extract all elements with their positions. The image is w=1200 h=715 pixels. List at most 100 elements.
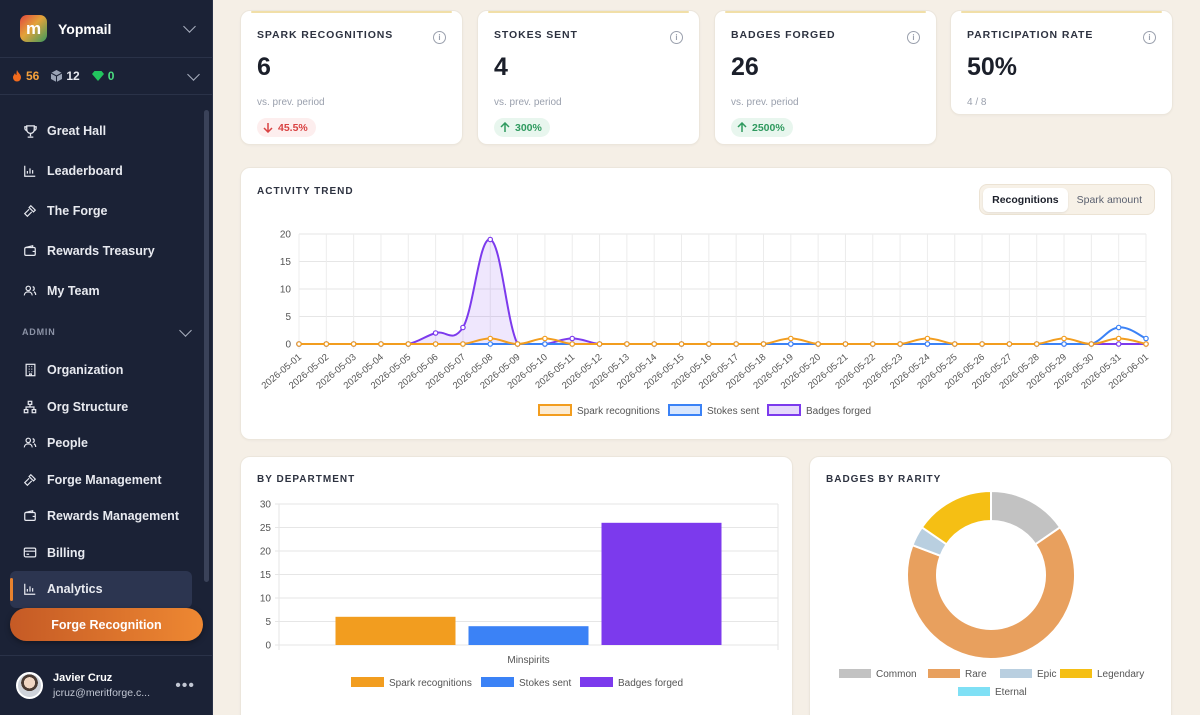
primary-nav: Great Hall Leaderboard The Forge Rewards… xyxy=(0,95,212,608)
team-icon xyxy=(22,283,38,299)
legend-swatch xyxy=(767,404,801,416)
legend-label: Rare xyxy=(965,669,987,680)
legend-swatch xyxy=(1000,669,1032,678)
data-point xyxy=(1006,341,1013,347)
nav-rewards-management[interactable]: Rewards Management xyxy=(0,498,212,535)
avatar xyxy=(16,672,43,699)
admin-section-header[interactable]: ADMIN xyxy=(0,312,212,352)
sidebar-scrollbar[interactable] xyxy=(204,110,209,582)
kpi-comparison: vs. prev. period xyxy=(494,97,562,108)
cube-icon xyxy=(51,70,63,82)
data-point xyxy=(924,335,931,342)
nav-billing[interactable]: Billing xyxy=(0,535,212,572)
data-point xyxy=(869,341,876,347)
y-tick-label: 15 xyxy=(260,570,272,581)
data-point xyxy=(788,341,794,347)
y-tick-label: 5 xyxy=(265,617,271,628)
data-point xyxy=(514,341,521,347)
data-point xyxy=(624,341,630,347)
data-point xyxy=(1143,341,1149,347)
data-point xyxy=(596,341,603,347)
nav-label: My Team xyxy=(47,284,100,298)
data-point xyxy=(733,341,739,347)
delta-badge: 300% xyxy=(494,118,550,137)
people-icon xyxy=(22,435,38,451)
data-point xyxy=(569,335,576,342)
data-point xyxy=(760,341,767,347)
more-options-icon[interactable]: ••• xyxy=(175,677,195,695)
data-point xyxy=(323,341,330,347)
user-name: Javier Cruz xyxy=(53,672,113,684)
chevron-down-icon[interactable] xyxy=(187,67,200,81)
forge-recognition-button[interactable]: Forge Recognition xyxy=(10,608,203,641)
data-point xyxy=(432,341,439,347)
wallet-icon xyxy=(22,508,38,524)
nav-organization[interactable]: Organization xyxy=(0,352,212,389)
nav-people[interactable]: People xyxy=(0,425,212,462)
nav-rewards-treasury[interactable]: Rewards Treasury xyxy=(0,231,212,271)
emerald-count: 0 xyxy=(107,69,115,83)
data-point xyxy=(651,341,657,347)
legend-label: Stokes sent xyxy=(707,406,759,417)
section-label: ADMIN xyxy=(22,327,56,337)
kpi-value: 6 xyxy=(257,53,271,81)
y-tick-label: 5 xyxy=(285,312,291,323)
data-point xyxy=(979,341,985,347)
credit-card-icon xyxy=(22,545,38,561)
series-area-badges-forged xyxy=(299,239,1146,344)
data-point xyxy=(350,341,357,347)
hammer-icon xyxy=(22,203,38,219)
app-logo: m xyxy=(20,15,47,42)
nav-label: Rewards Treasury xyxy=(47,244,155,258)
bar-chart-icon xyxy=(22,581,38,597)
kpi-comparison: vs. prev. period xyxy=(731,97,799,108)
data-point xyxy=(706,341,712,347)
arrow-up-icon xyxy=(500,122,510,133)
y-tick-label: 25 xyxy=(260,523,272,534)
nav-my-team[interactable]: My Team xyxy=(0,271,212,311)
kpi-card-stokes-sent: STOKES SENT i 4 vs. prev. period 300% xyxy=(477,10,700,145)
workspace-switcher[interactable]: m Yopmail xyxy=(0,0,212,58)
data-point xyxy=(542,341,548,347)
data-point xyxy=(569,341,576,347)
data-point xyxy=(924,341,931,347)
data-point xyxy=(378,341,384,347)
nav-forge-management[interactable]: Forge Management xyxy=(0,462,212,499)
kpi-value: 50% xyxy=(967,53,1018,81)
nav-great-hall[interactable]: Great Hall xyxy=(0,111,212,151)
kpi-card-spark-recognitions: SPARK RECOGNITIONS i 6 vs. prev. period … xyxy=(240,10,463,145)
kpi-value: 26 xyxy=(731,53,759,81)
chevron-down-icon xyxy=(179,323,192,337)
data-point xyxy=(487,335,494,342)
data-point xyxy=(678,341,685,347)
data-point xyxy=(487,236,494,243)
nav-the-forge[interactable]: The Forge xyxy=(0,191,212,231)
info-icon[interactable]: i xyxy=(907,31,920,44)
nav-org-structure[interactable]: Org Structure xyxy=(0,389,212,426)
nav-label: Analytics xyxy=(47,582,103,597)
sidebar: m Yopmail 56 12 0 Great Hall Leaderboard xyxy=(0,0,213,715)
rarity-donut-chart: Common Rare Epic Legendary Eternal xyxy=(839,489,1144,698)
kpi-card-participation-rate: PARTICIPATION RATE i 50% 4 / 8 xyxy=(950,10,1173,115)
nav-analytics[interactable]: Analytics xyxy=(10,571,192,608)
fire-count: 56 xyxy=(26,69,40,83)
nav-leaderboard[interactable]: Leaderboard xyxy=(0,151,212,191)
legend-label: Spark recognitions xyxy=(389,678,472,689)
fire-stat: 56 xyxy=(12,69,39,83)
user-profile[interactable]: Javier Cruz jcruz@meritforge.c... ••• xyxy=(0,655,213,715)
data-point xyxy=(1115,341,1122,347)
data-point xyxy=(842,341,849,347)
info-icon[interactable]: i xyxy=(433,31,446,44)
info-icon[interactable]: i xyxy=(1143,31,1156,44)
nav-label: Rewards Management xyxy=(47,509,179,524)
workspace-name: Yopmail xyxy=(58,20,112,37)
y-tick-label: 20 xyxy=(280,230,292,241)
kpi-ratio: 4 / 8 xyxy=(967,97,987,108)
delta-value: 2500% xyxy=(752,121,785,134)
legend-swatch xyxy=(958,687,990,696)
info-icon[interactable]: i xyxy=(670,31,683,44)
gems-stat: 12 xyxy=(51,69,80,83)
legend-label: Epic xyxy=(1037,669,1056,680)
data-point xyxy=(1143,335,1149,342)
gem-icon xyxy=(91,71,104,81)
